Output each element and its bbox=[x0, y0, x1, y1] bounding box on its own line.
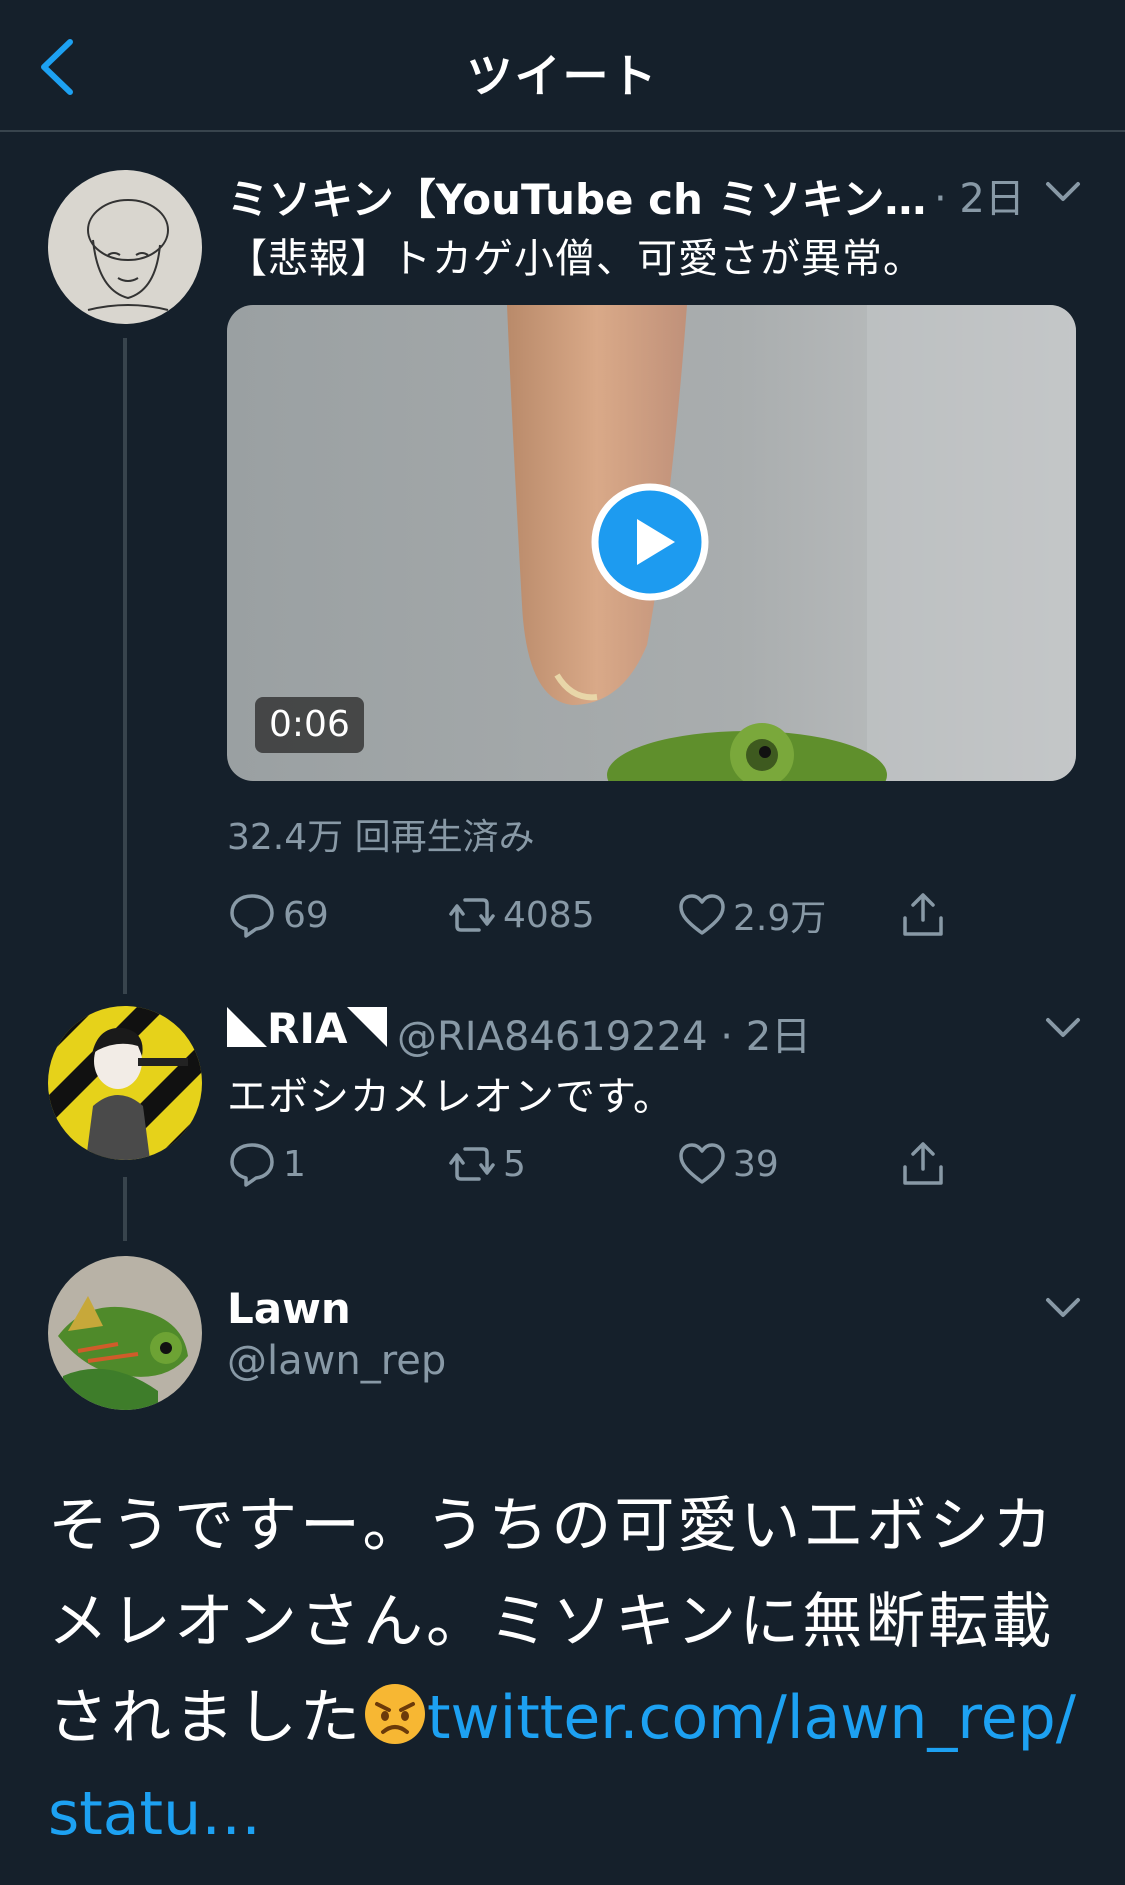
tweet-text-line: されました twitter.com/lawn_rep/ bbox=[48, 1683, 1076, 1753]
display-name[interactable]: RIA bbox=[227, 1004, 388, 1053]
handle[interactable]: @lawn_rep bbox=[227, 1338, 446, 1384]
tweet-text: 【悲報】トカゲ小僧、可愛さが異常。 bbox=[227, 236, 924, 282]
reply-icon bbox=[230, 894, 274, 938]
chevron-down-icon[interactable] bbox=[1044, 1016, 1082, 1040]
tweet-text-line: メレオンさん。ミソキンに無断転載 bbox=[48, 1587, 1055, 1657]
retweet-icon bbox=[449, 1147, 495, 1181]
page-title: ツイート bbox=[466, 49, 659, 103]
timestamp: · 2日 bbox=[934, 176, 1025, 222]
heart-icon bbox=[679, 1143, 725, 1184]
chevron-down-icon[interactable] bbox=[1044, 180, 1082, 204]
display-name[interactable]: Lawn bbox=[227, 1284, 351, 1333]
reply-button[interactable]: 1 bbox=[227, 1137, 306, 1191]
name-decoration-icon bbox=[227, 1007, 267, 1047]
retweet-button[interactable]: 4085 bbox=[447, 888, 595, 942]
retweet-count: 4085 bbox=[503, 894, 595, 936]
view-count: 32.4万 回再生済み bbox=[227, 817, 535, 858]
reply-count: 1 bbox=[283, 1143, 306, 1185]
video-player[interactable]: 0:06 bbox=[227, 305, 1076, 781]
share-icon bbox=[903, 893, 943, 936]
display-name[interactable]: ミソキン【YouTube ch ミソキン… bbox=[227, 166, 926, 227]
tweet-text: エボシカメレオンです。 bbox=[227, 1074, 674, 1120]
retweet-count: 5 bbox=[503, 1143, 526, 1185]
reply-count: 69 bbox=[283, 894, 329, 936]
tweet-link[interactable]: twitter.com/lawn_rep/ bbox=[427, 1683, 1076, 1753]
heart-icon bbox=[679, 894, 725, 935]
retweet-button[interactable]: 5 bbox=[447, 1137, 526, 1191]
name-decoration-icon bbox=[347, 1007, 388, 1047]
angry-face-icon bbox=[365, 1684, 425, 1744]
tweet-link[interactable]: statu… bbox=[48, 1766, 1088, 1862]
like-button[interactable]: 39 bbox=[677, 1137, 779, 1191]
reply-button[interactable]: 69 bbox=[227, 888, 329, 942]
like-count: 2.9万 bbox=[733, 898, 827, 939]
video-duration: 0:06 bbox=[255, 697, 364, 753]
avatar[interactable] bbox=[48, 1006, 202, 1160]
share-icon bbox=[903, 1142, 943, 1185]
avatar[interactable] bbox=[48, 170, 202, 324]
thread-line bbox=[123, 338, 127, 994]
share-button[interactable] bbox=[898, 1137, 954, 1191]
handle-timestamp: @RIA84619224 · 2日 bbox=[397, 1014, 812, 1060]
retweet-icon bbox=[449, 898, 495, 932]
avatar[interactable] bbox=[48, 1256, 202, 1410]
tweet-text: そうですー。うちの可愛いエボシカ メレオンさん。ミソキンに無断転載 されました … bbox=[48, 1478, 1088, 1862]
chevron-down-icon[interactable] bbox=[1044, 1296, 1082, 1320]
tweet-text-line: そうですー。うちの可愛いエボシカ bbox=[48, 1491, 1056, 1561]
share-button[interactable] bbox=[898, 888, 954, 942]
like-count: 39 bbox=[733, 1143, 779, 1185]
like-button[interactable]: 2.9万 bbox=[677, 888, 826, 942]
reply-icon bbox=[230, 1143, 274, 1187]
play-button-icon[interactable] bbox=[591, 483, 709, 601]
thread-line bbox=[123, 1177, 127, 1241]
